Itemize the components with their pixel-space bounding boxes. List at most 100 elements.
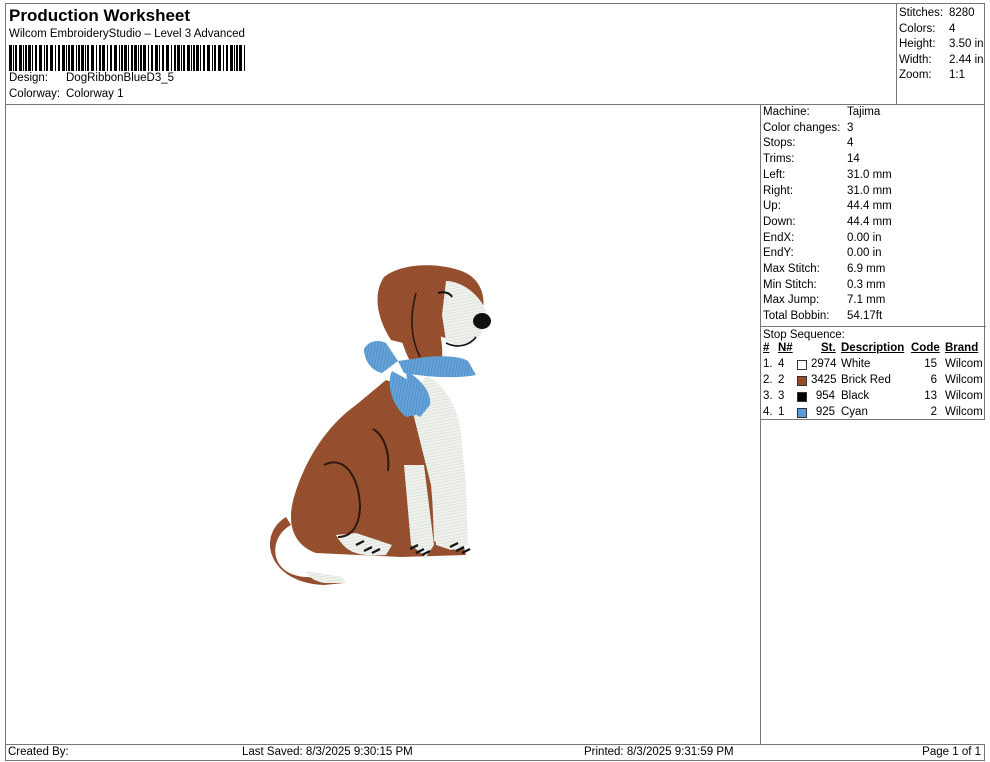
table-row: 2. 2 3425 Brick Red 6 Wilcom [761, 374, 984, 390]
detail-total-bobbin: Total Bobbin: 54.17ft [763, 309, 882, 325]
row-needle: 3 [778, 390, 785, 402]
detail-up: Up: 44.4 mm [763, 199, 892, 215]
detail-max-jump: Max Jump: 7.1 mm [763, 293, 885, 309]
row-stitches: 3425 [811, 374, 837, 386]
detail-value: 0.00 in [847, 231, 882, 244]
created-by: Created By: [8, 746, 69, 758]
row-brand: Wilcom [945, 374, 983, 386]
detail-label: Right: [763, 184, 794, 197]
table-row: 1. 4 2974 White 15 Wilcom [761, 358, 984, 374]
summary-label: Colors: [899, 22, 936, 35]
printed-date: Printed: 8/3/2025 9:31:59 PM [584, 746, 734, 758]
summary-height: Height: 3.50 in [899, 37, 989, 53]
worksheet-footer: Created By: Last Saved: 8/3/2025 9:30:15… [5, 744, 985, 761]
header-divider [896, 4, 897, 104]
software-subtitle: Wilcom EmbroideryStudio – Level 3 Advanc… [9, 28, 245, 40]
detail-label: Down: [763, 215, 796, 228]
detail-label: Max Jump: [763, 294, 820, 307]
detail-value: 0.3 mm [847, 278, 886, 291]
col-header-description: Description [841, 342, 905, 354]
design-name: DogRibbonBlueD3_5 [66, 72, 175, 84]
table-row: 4. 1 925 Cyan 2 Wilcom [761, 406, 984, 422]
summary-value: 8280 [949, 7, 975, 19]
summary-label: Zoom: [899, 69, 932, 82]
colorway-label: Colorway: [9, 88, 61, 100]
detail-label: Max Stitch: [763, 263, 820, 275]
row-description: Cyan [841, 406, 868, 418]
detail-value: 31.0 mm [847, 184, 892, 197]
col-header-brand: Brand [945, 342, 979, 354]
colorway-name: Colorway 1 [66, 88, 124, 100]
details-panel: Machine: Tajima Color changes: 3 Stops: 4 T… [760, 104, 986, 422]
detail-min-stitch: Min Stitch: 0.3 mm [763, 278, 885, 294]
row-code: 2 [930, 406, 937, 418]
row-brand: Wilcom [945, 390, 983, 402]
colorway-row: Colorway: Colorway 1 [9, 88, 124, 100]
summary-zoom: Zoom: 1:1 [899, 68, 989, 84]
design-preview-area [5, 104, 761, 745]
detail-value: 44.4 mm [847, 200, 892, 213]
summary-label: Width: [899, 53, 932, 66]
row-needle: 1 [778, 406, 785, 418]
detail-label: Left: [763, 168, 786, 181]
last-saved: Last Saved: 8/3/2025 9:30:15 PM [242, 746, 413, 758]
detail-label: Machine: [763, 106, 810, 118]
row-stitches: 2974 [811, 358, 837, 370]
table-row: 3. 3 954 Black 13 Wilcom [761, 390, 984, 406]
col-header-needle: N# [778, 342, 793, 354]
row-description: Black [841, 390, 870, 402]
row-stitches: 954 [815, 390, 835, 402]
summary-value: 2.44 in [949, 53, 984, 66]
design-label: Design: [9, 72, 48, 84]
detail-value: 7.1 mm [847, 294, 886, 307]
detail-label: Trims: [763, 153, 795, 166]
summary-value: 1:1 [949, 69, 965, 82]
embroidery-dog-image [270, 265, 491, 585]
detail-endx: EndX: 0.00 in [763, 231, 882, 247]
detail-label: Total Bobbin: [763, 310, 830, 323]
color-swatch [797, 408, 807, 418]
color-swatch [797, 376, 807, 386]
summary-value: 4 [949, 22, 956, 35]
detail-label: Min Stitch: [763, 278, 817, 291]
row-description: Brick Red [841, 374, 891, 386]
row-brand: Wilcom [945, 406, 983, 418]
detail-label: Up: [763, 200, 781, 213]
detail-stops: Stops: 4 [763, 136, 853, 152]
summary-value: 3.50 in [949, 38, 984, 51]
summary-label: Height: [899, 38, 936, 51]
summary-width: Width: 2.44 in [899, 53, 989, 69]
detail-color-changes: Color changes: 3 [763, 121, 853, 137]
col-header-stitches: St. [821, 342, 836, 354]
row-index: 4. [763, 406, 773, 418]
stop-sequence-title: Stop Sequence: [761, 326, 986, 343]
detail-value: 6.9 mm [847, 263, 886, 275]
detail-left: Left: 31.0 mm [763, 168, 892, 184]
detail-label: Color changes: [763, 121, 841, 134]
detail-value: 4 [847, 137, 854, 150]
detail-label: EndX: [763, 231, 795, 244]
detail-label: EndY: [763, 247, 794, 260]
row-description: White [841, 358, 871, 370]
row-index: 3. [763, 390, 773, 402]
row-index: 2. [763, 374, 773, 386]
detail-value: 54.17ft [847, 310, 883, 323]
barcode [9, 45, 245, 71]
detail-machine: Machine: Tajima [763, 105, 880, 121]
design-row: Design: DogRibbonBlueD3_5 [9, 72, 174, 84]
detail-value: 3 [847, 121, 854, 134]
detail-value: 44.4 mm [847, 215, 892, 228]
row-needle: 4 [778, 358, 785, 370]
color-swatch [797, 360, 807, 370]
detail-value: Tajima [847, 106, 881, 118]
detail-right: Right: 31.0 mm [763, 184, 892, 200]
row-code: 13 [924, 390, 937, 402]
summary-colors: Colors: 4 [899, 22, 989, 38]
col-header-code: Code [911, 342, 940, 354]
worksheet-title: Production Worksheet [9, 6, 191, 25]
detail-max-stitch: Max Stitch: 6.9 mm [763, 262, 885, 278]
row-brand: Wilcom [945, 358, 983, 370]
row-needle: 2 [778, 374, 785, 386]
page-number: Page 1 of 1 [922, 746, 981, 758]
row-code: 6 [930, 374, 937, 386]
